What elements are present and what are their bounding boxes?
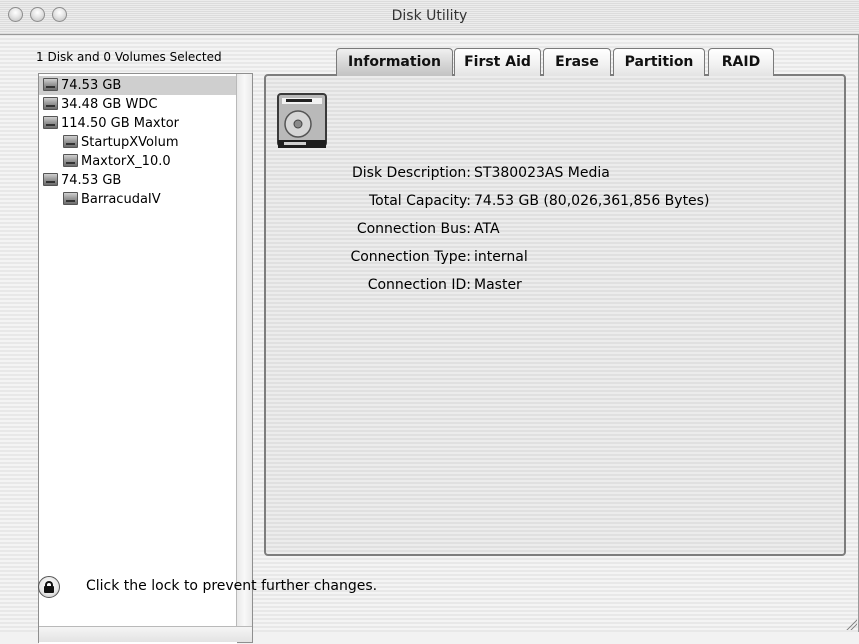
connection-bus-label: Connection Bus: bbox=[356, 221, 471, 237]
window-title: Disk Utility bbox=[391, 8, 468, 24]
connection-id-value: Master bbox=[474, 277, 522, 293]
disk-list-content: 74.53 GB 34.48 GB WDC 114.50 GB Maxtor S… bbox=[39, 74, 237, 644]
list-item-disk-wdc[interactable]: 34.48 GB WDC bbox=[43, 95, 157, 114]
info-connection-type: Connection Type: internal bbox=[0, 249, 859, 269]
selection-count-label: 1 Disk and 0 Volumes Selected bbox=[36, 50, 222, 64]
lock-icon[interactable] bbox=[38, 576, 60, 598]
disk-utility-window: Disk Utility 1 Disk and 0 Volumes Select… bbox=[0, 0, 859, 644]
connection-type-value: internal bbox=[474, 249, 528, 265]
volume-icon bbox=[63, 135, 78, 148]
total-capacity-value: 74.53 GB (80,026,361,856 Bytes) bbox=[474, 193, 710, 209]
horizontal-scrollbar[interactable] bbox=[39, 626, 252, 642]
hard-disk-icon bbox=[277, 93, 327, 148]
list-item-label: StartupXVolum bbox=[81, 135, 179, 150]
disk-description-value: ST380023AS Media bbox=[474, 165, 610, 181]
info-connection-id: Connection ID: Master bbox=[0, 277, 859, 297]
hard-disk-icon bbox=[43, 116, 58, 129]
tab-partition[interactable]: Partition bbox=[613, 48, 705, 76]
tab-information[interactable]: Information bbox=[336, 48, 453, 76]
total-capacity-label: Total Capacity: bbox=[368, 193, 471, 209]
list-item-label: 74.53 GB bbox=[61, 78, 122, 93]
list-item-disk-74-53gb[interactable]: 74.53 GB bbox=[39, 76, 237, 95]
list-item-label: 114.50 GB Maxtor bbox=[61, 116, 180, 131]
resize-grip[interactable] bbox=[845, 618, 857, 630]
list-item-volume-startup[interactable]: StartupXVolum bbox=[63, 133, 179, 152]
lock-message: Click the lock to prevent further change… bbox=[86, 578, 378, 594]
connection-id-label: Connection ID: bbox=[367, 277, 471, 293]
disk-list[interactable]: 74.53 GB 34.48 GB WDC 114.50 GB Maxtor S… bbox=[38, 73, 253, 644]
info-total-capacity: Total Capacity: 74.53 GB (80,026,361,856… bbox=[0, 193, 859, 213]
title-bar[interactable]: Disk Utility bbox=[0, 0, 859, 35]
list-item-label: 34.48 GB WDC bbox=[61, 97, 158, 112]
info-disk-description: Disk Description: ST380023AS Media bbox=[0, 165, 859, 185]
hard-disk-icon bbox=[43, 97, 58, 110]
vertical-scrollbar[interactable] bbox=[236, 74, 252, 642]
connection-type-label: Connection Type: bbox=[350, 249, 471, 265]
list-item-disk-maxtor[interactable]: 114.50 GB Maxtor bbox=[43, 114, 179, 133]
info-panel bbox=[264, 74, 846, 556]
connection-bus-value: ATA bbox=[474, 221, 500, 237]
tab-raid[interactable]: RAID bbox=[708, 48, 774, 76]
disk-description-label: Disk Description: bbox=[352, 165, 471, 181]
tab-first-aid[interactable]: First Aid bbox=[454, 48, 541, 76]
info-connection-bus: Connection Bus: ATA bbox=[0, 221, 859, 241]
hard-disk-icon bbox=[43, 78, 58, 91]
tab-erase[interactable]: Erase bbox=[543, 48, 611, 76]
